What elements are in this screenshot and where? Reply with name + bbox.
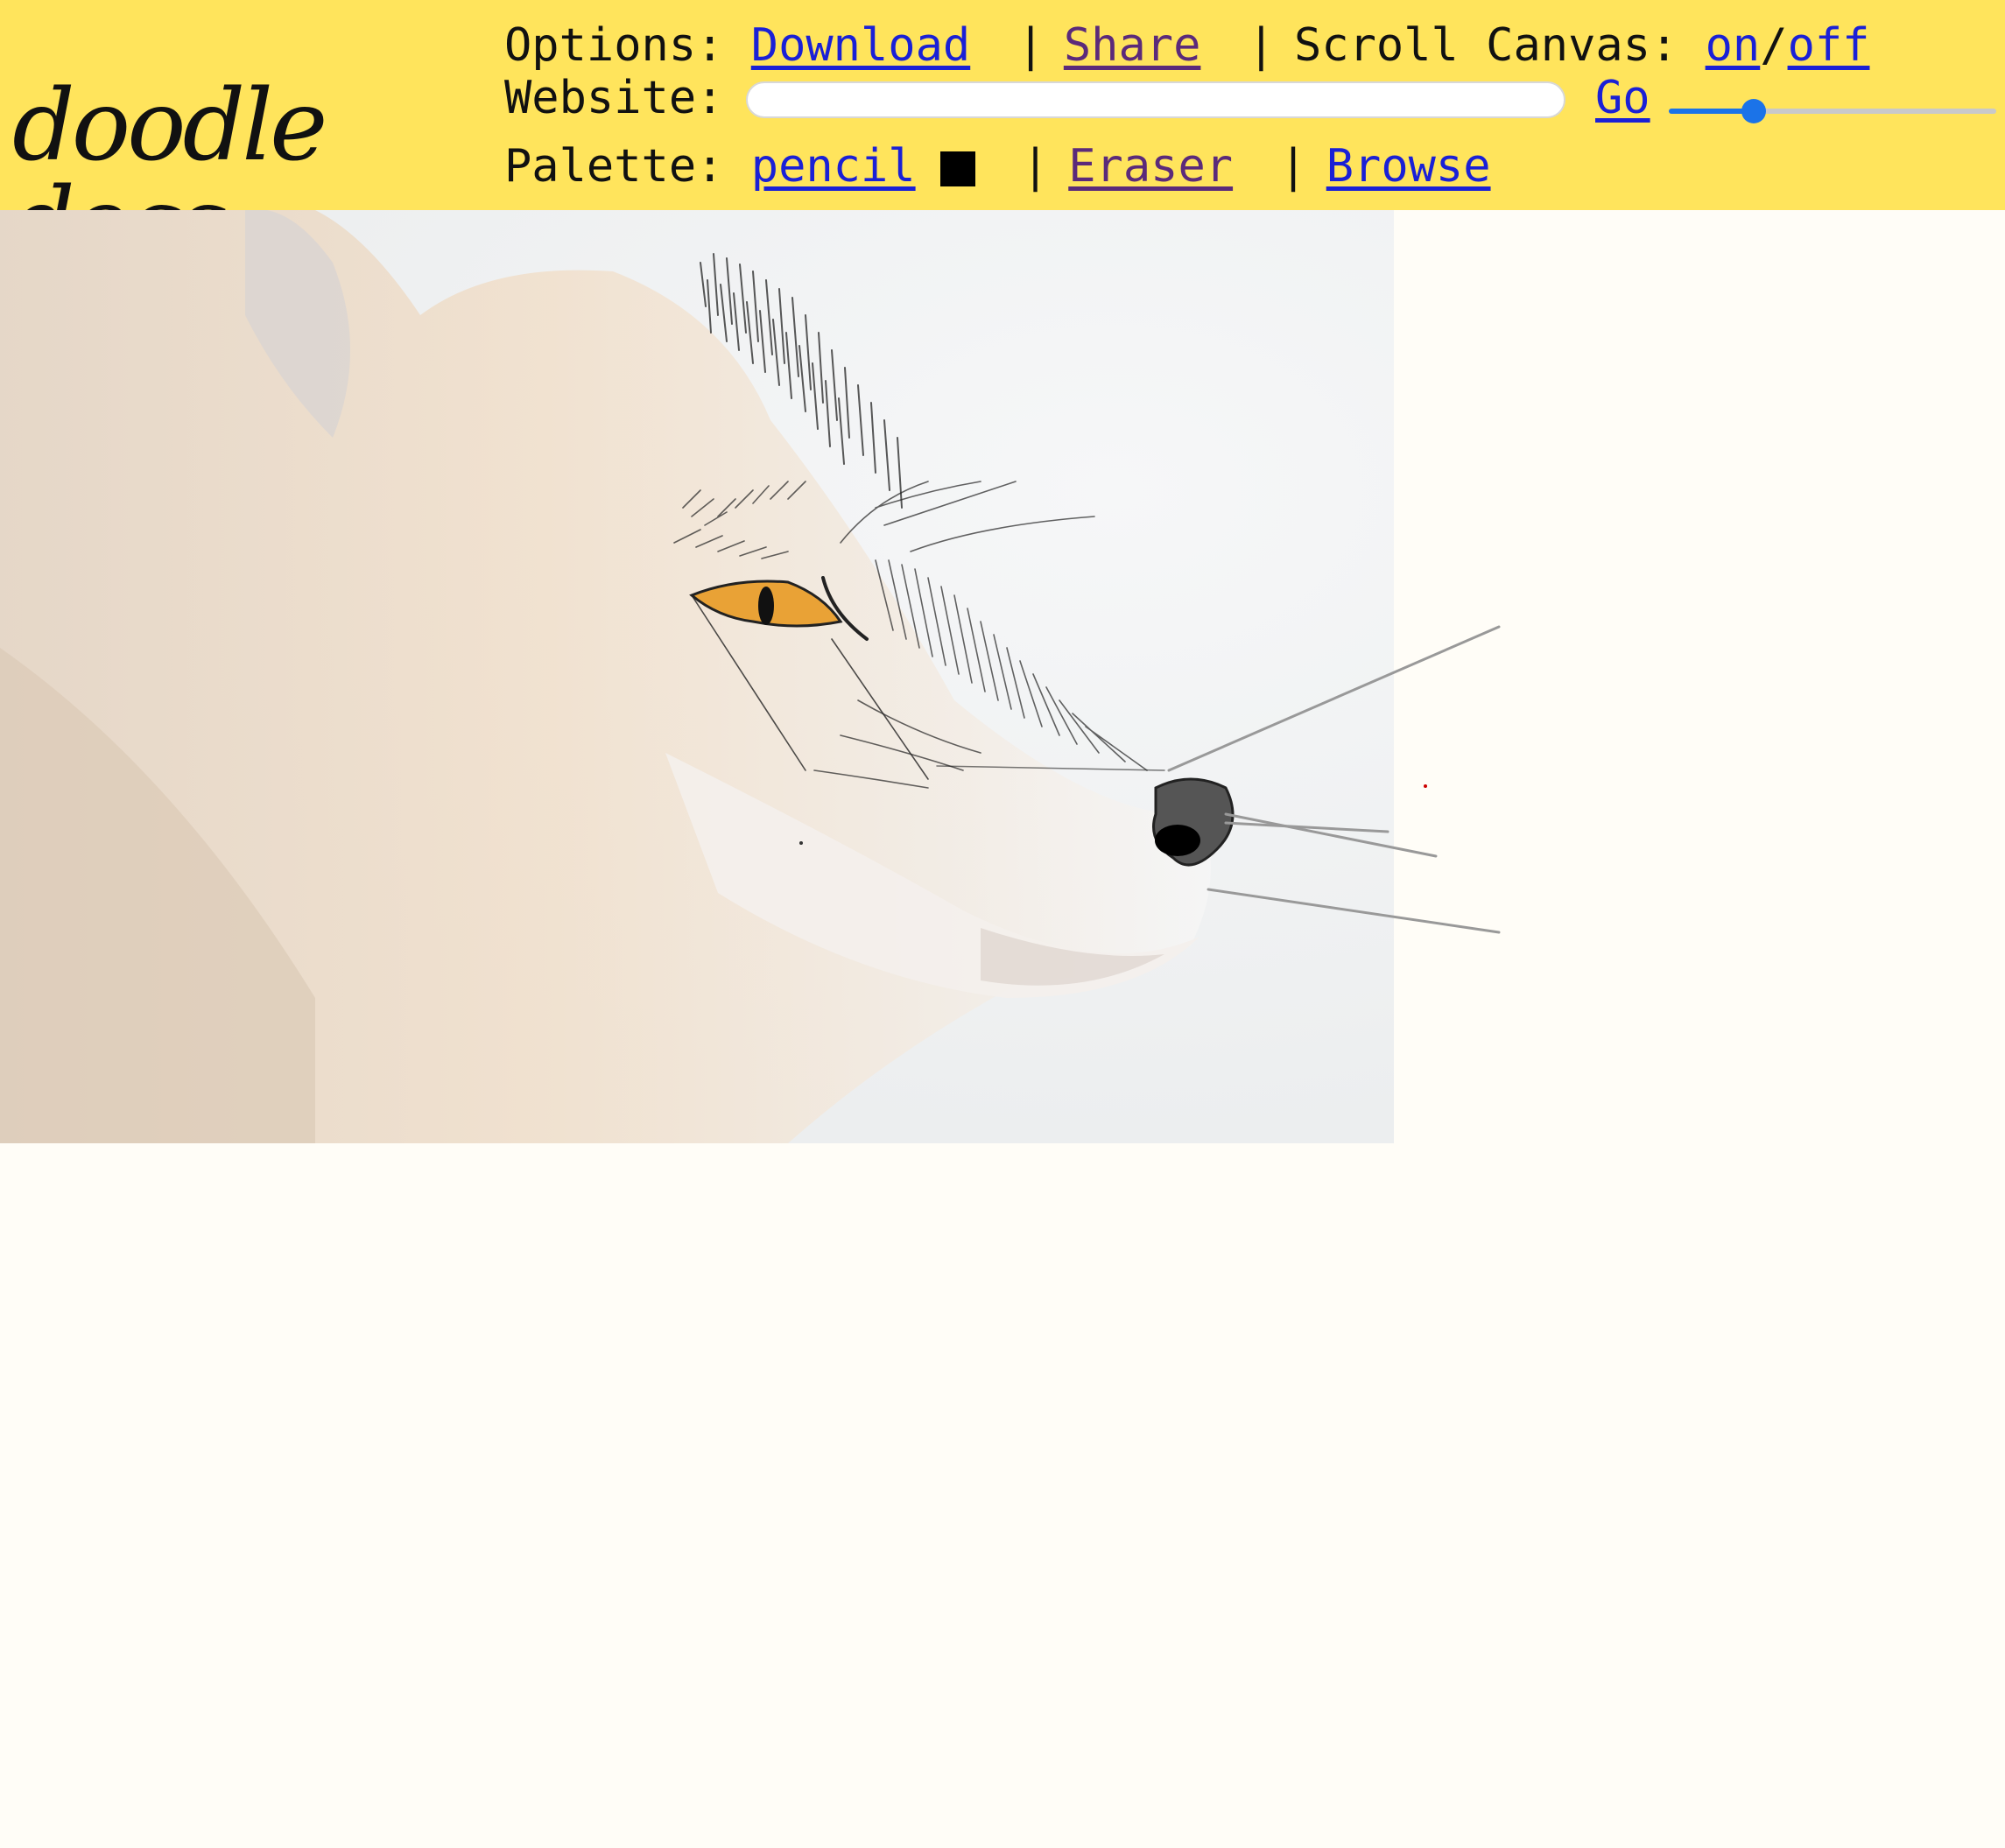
eraser-link[interactable]: Eraser <box>1068 140 1233 193</box>
pencil-link[interactable]: pencil <box>751 140 916 193</box>
scroll-off-link[interactable]: off <box>1788 19 1870 72</box>
separator: | <box>1017 19 1045 72</box>
scroll-on-link[interactable]: on <box>1706 19 1761 72</box>
share-link[interactable]: Share <box>1064 19 1201 72</box>
drawing-canvas[interactable] <box>0 210 2005 1848</box>
slider-thumb[interactable] <box>1741 99 1767 123</box>
brush-size-slider[interactable] <box>1669 98 1996 124</box>
background-photo <box>0 210 1394 1143</box>
palette-label: Palette: <box>504 140 724 193</box>
options-label: Options: <box>504 19 724 72</box>
go-link[interactable]: Go <box>1595 72 1650 124</box>
palette-row: Palette: pencil | Eraser | Browse <box>504 140 1491 193</box>
website-url-input[interactable] <box>746 81 1565 118</box>
color-swatch[interactable] <box>939 151 975 186</box>
separator: | <box>1247 19 1276 72</box>
options-row: Options: Download | Share | Scroll Canvas:… <box>504 19 1869 72</box>
browse-link[interactable]: Browse <box>1326 140 1491 193</box>
separator: | <box>1021 140 1050 193</box>
separator: | <box>1279 140 1307 193</box>
download-link[interactable]: Download <box>751 19 970 72</box>
website-label: Website: <box>504 72 724 124</box>
scroll-slash: / <box>1760 19 1788 72</box>
scroll-canvas-label: Scroll Canvas: <box>1294 19 1678 72</box>
website-row: Website: <box>504 72 723 124</box>
logo: doodle docs. <box>9 77 464 273</box>
toolbar: doodle docs. Options: Download | Share | S… <box>0 0 2005 273</box>
